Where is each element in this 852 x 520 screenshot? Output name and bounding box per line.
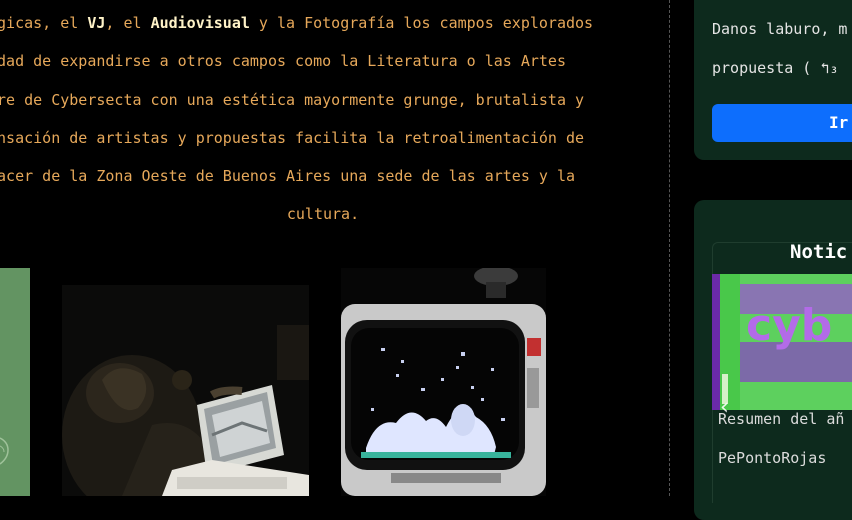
about-paragraph: ógicas, el VJ, el Audiovisual y la Fotog… (0, 6, 658, 236)
about-line-1: ógicas, el VJ, el Audiovisual y la Fotog… (0, 6, 658, 44)
news-image[interactable]: cyb (712, 274, 852, 410)
promo-line-2: propuesta ( ↰₃ (712, 59, 839, 77)
about-line-5: hacer de la Zona Oeste de Buenos Aires u… (0, 167, 575, 186)
highlight-vj: VJ (87, 14, 106, 32)
gallery-photo-green[interactable] (0, 268, 30, 496)
text-span: , el (105, 14, 151, 32)
gallery-photo-crt-tv[interactable] (341, 268, 546, 496)
news-title: Notic (790, 241, 848, 263)
text-span: y la Fotografía los campos explorados (249, 14, 594, 32)
news-caption[interactable]: Resumen del añ (718, 410, 844, 428)
main-content: ógicas, el VJ, el Audiovisual y la Fotog… (0, 0, 670, 496)
laptop-photo-art (62, 285, 309, 496)
gallery-photo-vj-laptop[interactable] (62, 285, 309, 496)
tv-photo-art (341, 268, 546, 496)
about-line-3: bre de Cybersecta con una estética mayor… (0, 90, 585, 109)
text-span: ógicas, el (0, 14, 79, 32)
ir-button[interactable]: Ir (712, 104, 852, 142)
about-line-4: ensación de artistas y propuestas facili… (0, 128, 585, 147)
news-image-art: cyb (712, 274, 852, 410)
about-line-2: idad de expandirse a otros campos como l… (0, 52, 566, 71)
highlight-audiovisual: Audiovisual (150, 14, 250, 32)
news-image-logo-text: cyb (746, 300, 832, 351)
green-photo-art (0, 268, 30, 496)
about-line-6: cultura. (286, 205, 360, 224)
news-author: PePontoRojas (718, 449, 827, 467)
promo-line-1: Danos laburo, m (712, 20, 848, 38)
